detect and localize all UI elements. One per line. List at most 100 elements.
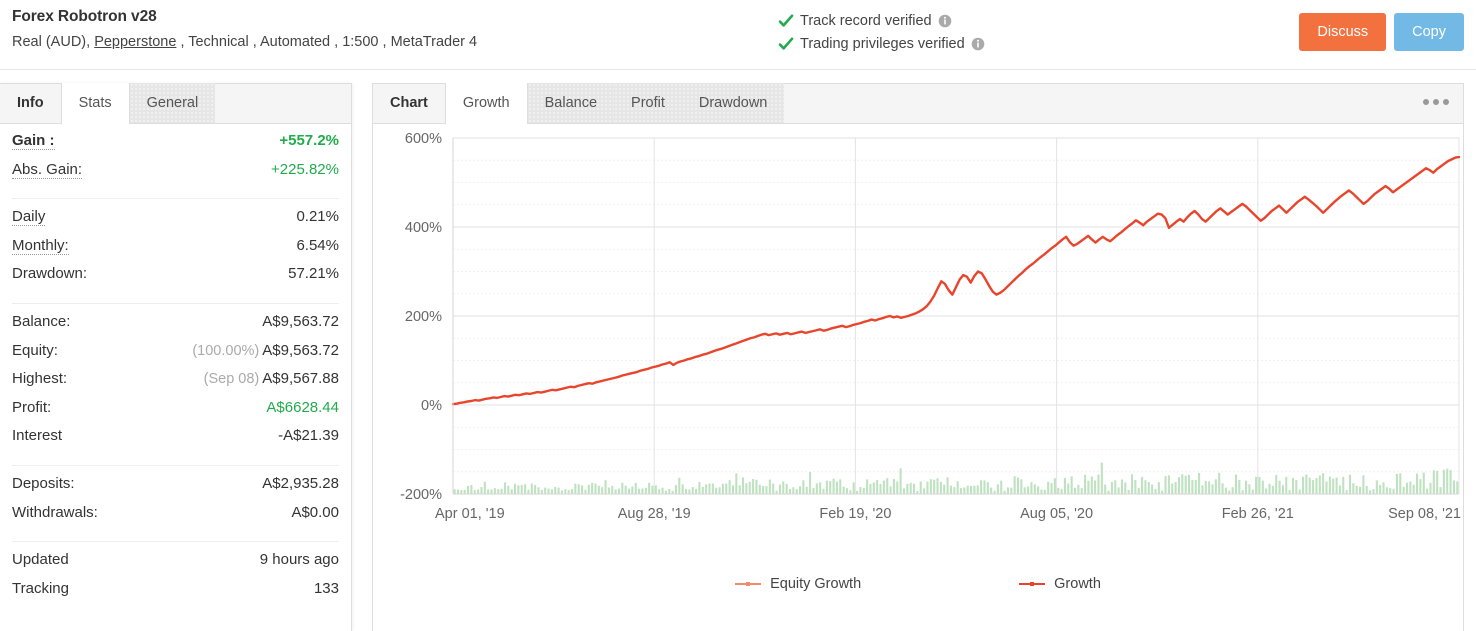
check-icon [778, 14, 794, 27]
header-action-buttons: Discuss Copy [1299, 13, 1464, 51]
svg-text:200%: 200% [405, 309, 442, 325]
legend-label-growth: Growth [1054, 576, 1101, 592]
stat-value-withdrawals: A$0.00 [291, 503, 339, 521]
stat-label-equity: Equity: [12, 341, 58, 359]
verification-track-record: Track record verified [778, 9, 985, 32]
stat-label-daily: Daily [12, 208, 46, 227]
stat-label-deposits: Deposits: [12, 474, 75, 492]
legend-swatch-icon [1019, 582, 1046, 586]
stat-value-gain: +557.2% [279, 132, 339, 149]
stat-row-abs-gain: Abs. Gain: +225.82% [12, 161, 339, 190]
stat-value-drawdown: 57.21% [288, 265, 339, 283]
stat-value-profit: A$6628.44 [266, 398, 339, 416]
sidebar-tab-info[interactable]: Info [0, 83, 61, 123]
chart-legend: Equity Growth Growth [373, 576, 1463, 592]
stat-row-withdrawals: Withdrawals: A$0.00 [12, 504, 339, 533]
stat-label-withdrawals: Withdrawals: [12, 503, 98, 521]
stat-label-profit: Profit: [12, 398, 52, 416]
info-icon[interactable] [971, 37, 985, 51]
ellipsis-icon[interactable] [1419, 95, 1453, 109]
stat-row-balance: Balance: A$9,563.72 [12, 313, 339, 342]
stat-label-tracking: Tracking [12, 579, 69, 597]
stat-value-interest: -A$21.39 [278, 427, 339, 445]
sidebar-tabbar: Info Stats General [0, 83, 351, 124]
legend-item-growth[interactable]: Growth [1019, 576, 1101, 592]
stat-row-drawdown: Drawdown: 57.21% [12, 265, 339, 294]
verification-trading-privileges: Trading privileges verified [778, 32, 985, 55]
stat-value-balance: A$9,563.72 [262, 312, 339, 330]
divider [12, 198, 339, 200]
stat-row-updated: Updated 9 hours ago [12, 551, 339, 580]
legend-swatch-icon [735, 582, 762, 586]
page-body: Info Stats General Gain : +557.2% Abs. G… [0, 71, 1476, 631]
stat-value-tracking: 133 [313, 579, 339, 597]
stat-label-balance: Balance: [12, 312, 71, 330]
discuss-button[interactable]: Discuss [1299, 13, 1387, 51]
page-header: Forex Robotron v28 Real (AUD), Peppersto… [0, 0, 1476, 70]
stat-value-highest-amount: A$9,567.88 [262, 370, 339, 388]
info-icon[interactable] [938, 14, 952, 28]
sidebar-tab-general[interactable]: General [129, 83, 216, 123]
stat-value-monthly: 6.54% [296, 236, 339, 254]
stat-row-monthly: Monthly: 6.54% [12, 237, 339, 266]
account-meta-suffix: , Technical , Automated , 1:500 , MetaTr… [176, 34, 478, 50]
svg-text:0%: 0% [421, 398, 442, 414]
stats-sidebar: Info Stats General Gain : +557.2% Abs. G… [0, 83, 352, 631]
stat-value-updated: 9 hours ago [259, 551, 339, 569]
verification-track-record-label: Track record verified [800, 12, 932, 29]
svg-text:Apr 01, '19: Apr 01, '19 [435, 506, 505, 522]
sidebar-tab-stats[interactable]: Stats [60, 83, 130, 124]
growth-chart: -200% 0% 200% 400% 600% Apr 01, '19 Aug 28, '1… [373, 124, 1463, 630]
stat-value-equity: (100.00%) A$9,563.72 [192, 342, 339, 359]
stat-label-interest: Interest [12, 427, 63, 445]
stat-label-drawdown: Drawdown: [12, 265, 88, 283]
growth-chart-svg[interactable]: -200% 0% 200% 400% 600% Apr 01, '19 Aug 28, '1… [373, 124, 1463, 630]
stat-row-tracking: Tracking 133 [12, 580, 339, 609]
broker-link[interactable]: Pepperstone [94, 34, 176, 50]
svg-text:600%: 600% [405, 131, 442, 147]
stat-value-highest-sub: (Sep 08) [203, 371, 260, 388]
copy-button[interactable]: Copy [1394, 13, 1464, 51]
svg-text:-200%: -200% [400, 487, 442, 503]
stat-label-monthly: Monthly: [12, 236, 69, 256]
stat-row-profit: Profit: A$6628.44 [12, 399, 339, 428]
divider [12, 541, 339, 543]
stat-label-gain: Gain : [12, 132, 55, 151]
stats-list: Gain : +557.2% Abs. Gain: +225.82% Daily… [0, 124, 351, 608]
divider [12, 302, 339, 304]
stat-row-interest: Interest -A$21.39 [12, 427, 339, 456]
stat-value-equity-amount: A$9,563.72 [262, 341, 339, 359]
check-icon [778, 37, 794, 50]
page-title: Forex Robotron v28 [12, 8, 157, 25]
chart-tab-drawdown[interactable]: Drawdown [681, 83, 785, 123]
svg-text:400%: 400% [405, 220, 442, 236]
stat-value-daily: 0.21% [296, 208, 339, 226]
svg-text:Aug 05, '20: Aug 05, '20 [1020, 506, 1093, 522]
svg-text:Aug 28, '19: Aug 28, '19 [618, 506, 691, 522]
chart-tab-balance[interactable]: Balance [527, 83, 615, 123]
verification-trading-privileges-label: Trading privileges verified [800, 35, 965, 52]
stat-label-abs-gain: Abs. Gain: [12, 160, 83, 179]
stat-row-deposits: Deposits: A$2,935.28 [12, 475, 339, 504]
chart-tab-profit[interactable]: Profit [614, 83, 682, 123]
stat-label-updated: Updated [12, 551, 69, 569]
stat-row-daily: Daily 0.21% [12, 208, 339, 237]
chart-panel: Chart Growth Balance Profit Drawdown -20… [372, 83, 1464, 631]
chart-tab-chart[interactable]: Chart [373, 83, 445, 123]
svg-text:Sep 08, '21: Sep 08, '21 [1388, 506, 1461, 522]
stat-value-deposits: A$2,935.28 [262, 474, 339, 492]
stat-value-highest: (Sep 08) A$9,567.88 [204, 370, 339, 387]
account-meta-prefix: Real (AUD), [12, 34, 95, 50]
stat-row-gain: Gain : +557.2% [12, 132, 339, 161]
account-meta: Real (AUD), Pepperstone , Technical , Au… [12, 34, 477, 50]
account-page: Forex Robotron v28 Real (AUD), Peppersto… [0, 0, 1476, 631]
legend-item-equity-growth[interactable]: Equity Growth [735, 576, 861, 592]
stat-row-highest: Highest: (Sep 08) A$9,567.88 [12, 370, 339, 399]
chart-tab-growth[interactable]: Growth [444, 83, 528, 124]
svg-text:Feb 26, '21: Feb 26, '21 [1222, 506, 1294, 522]
stat-label-highest: Highest: [12, 370, 68, 388]
divider [12, 464, 339, 466]
verification-block: Track record verified Trading privileges… [778, 9, 985, 55]
chart-tabbar: Chart Growth Balance Profit Drawdown [373, 83, 1463, 124]
stat-value-abs-gain: +225.82% [271, 160, 339, 178]
